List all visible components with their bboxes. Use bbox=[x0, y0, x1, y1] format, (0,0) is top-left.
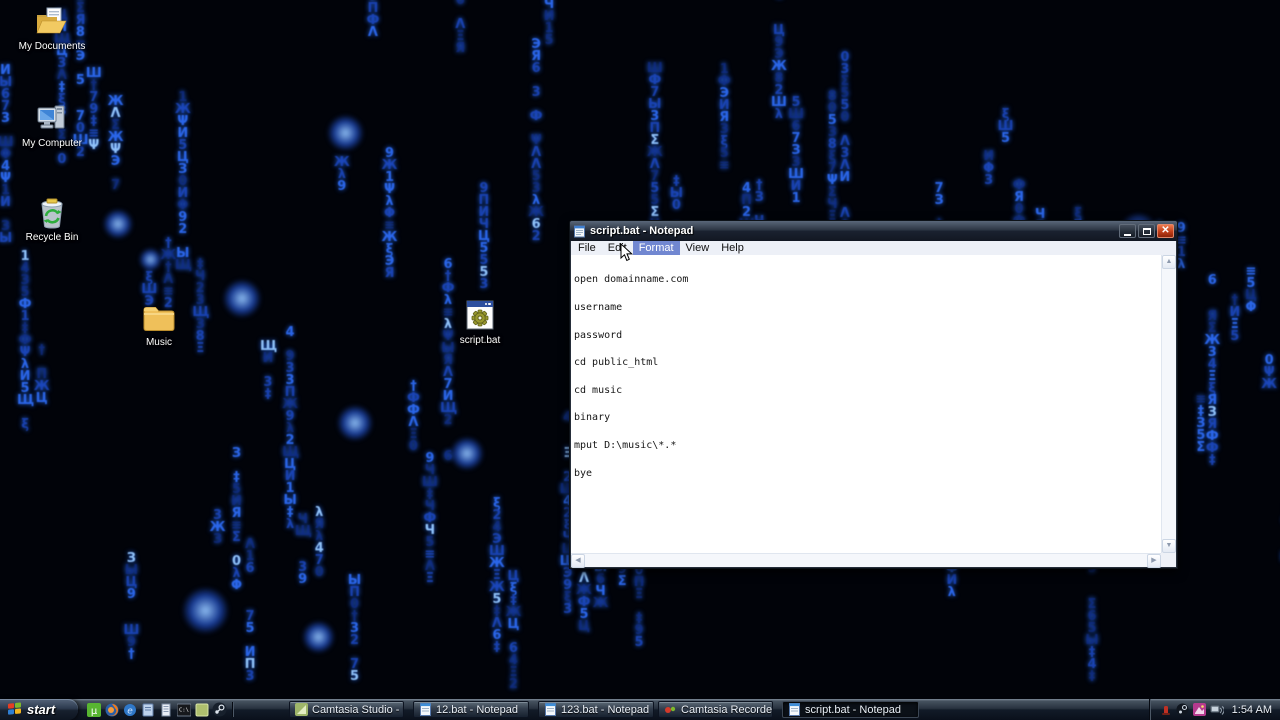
horizontal-scrollbar[interactable]: ◀ ▶ bbox=[571, 553, 1161, 567]
text-line: mput D:\music\*.* bbox=[574, 441, 1161, 450]
taskbar-clock: 1:54 AM bbox=[1232, 704, 1272, 716]
resize-grip[interactable] bbox=[1161, 553, 1176, 567]
text-line: cd music bbox=[574, 386, 1161, 395]
desktop-icon-my-documents[interactable]: My Documents bbox=[14, 5, 90, 52]
cmd-icon[interactable]: C:\ bbox=[176, 702, 191, 717]
taskbar-task-123bat-notepad[interactable]: 123.bat - Notepad bbox=[538, 701, 654, 718]
menu-view[interactable]: View bbox=[680, 241, 716, 255]
text-line: binary bbox=[574, 413, 1161, 422]
network-tray-icon[interactable] bbox=[1210, 703, 1224, 717]
text-line: password bbox=[574, 331, 1161, 340]
taskbar-separator bbox=[232, 702, 234, 717]
text-line: cd public_html bbox=[574, 358, 1161, 367]
notes-icon[interactable] bbox=[158, 702, 173, 717]
notepad-icon bbox=[419, 703, 432, 716]
svg-text:µ: µ bbox=[90, 706, 97, 717]
steam-tray-icon[interactable] bbox=[1176, 703, 1190, 717]
task-label: 123.bat - Notepad bbox=[561, 704, 649, 716]
close-icon: ✕ bbox=[1161, 226, 1169, 236]
document-icon[interactable] bbox=[140, 702, 155, 717]
scroll-right-icon[interactable]: ▶ bbox=[1147, 554, 1161, 568]
text-line: username bbox=[574, 303, 1161, 312]
batch-file-icon bbox=[462, 299, 498, 333]
menu-format[interactable]: Format bbox=[633, 241, 680, 255]
notepad-titlebar[interactable]: script.bat - Notepad ✕ bbox=[570, 221, 1177, 241]
menu-file[interactable]: File bbox=[572, 241, 602, 255]
desktop-icon-label: script.bat bbox=[442, 335, 518, 346]
svg-text:e: e bbox=[127, 706, 133, 716]
steam-icon[interactable] bbox=[212, 702, 227, 717]
camtasia-recorder-icon bbox=[664, 703, 677, 716]
close-button[interactable]: ✕ bbox=[1157, 224, 1174, 238]
notepad-icon bbox=[544, 703, 557, 716]
task-label: script.bat - Notepad bbox=[805, 704, 901, 716]
camtasia-studio-icon bbox=[295, 703, 308, 716]
scroll-left-icon[interactable]: ◀ bbox=[571, 554, 585, 568]
mouse-cursor bbox=[620, 243, 633, 262]
utorrent-icon[interactable]: µ bbox=[86, 702, 101, 717]
desktop: ИЫ6730ШΦ4Ψ1И0ЗЫ14З5Ф1‡ФΨλИ5Щ0ξ†0ΠЖЦЦЧЩЦ3… bbox=[0, 0, 1280, 720]
minimize-button[interactable] bbox=[1119, 224, 1136, 238]
desktop-icon-label: My Computer bbox=[14, 138, 90, 149]
maximize-icon bbox=[1143, 228, 1151, 235]
scroll-down-icon[interactable]: ▼ bbox=[1162, 539, 1176, 553]
browser-icon[interactable]: e bbox=[122, 702, 137, 717]
desktop-icon-recycle-bin[interactable]: Recycle Bin bbox=[14, 196, 90, 243]
quick-launch-bar: µ e C:\ bbox=[86, 701, 227, 718]
desktop-icon-label: My Documents bbox=[14, 41, 90, 52]
my-documents-icon bbox=[34, 5, 70, 39]
camtasia-tray-icon[interactable] bbox=[1159, 703, 1173, 717]
vertical-scrollbar[interactable]: ▲ ▼ bbox=[1161, 255, 1176, 553]
desktop-icon-label: Music bbox=[121, 337, 197, 348]
maximize-button[interactable] bbox=[1138, 224, 1155, 238]
text-line: bye bbox=[574, 469, 1161, 478]
windows-logo-icon bbox=[8, 702, 22, 716]
system-tray: 1:54 AM bbox=[1150, 699, 1280, 720]
desktop-icon-my-computer[interactable]: My Computer bbox=[14, 102, 90, 149]
taskbar: start µ e C:\ Camtasia Studio - Unt... 1… bbox=[0, 699, 1280, 720]
recycle-bin-icon bbox=[34, 196, 70, 230]
task-label: Camtasia Recorder bbox=[681, 704, 773, 716]
menu-help[interactable]: Help bbox=[715, 241, 750, 255]
taskbar-task-12bat-notepad[interactable]: 12.bat - Notepad bbox=[413, 701, 529, 718]
desktop-icon-music[interactable]: Music bbox=[121, 301, 197, 348]
desktop-tile-icon[interactable] bbox=[194, 702, 209, 717]
desktop-icon-script-bat[interactable]: script.bat bbox=[442, 299, 518, 346]
notepad-window: script.bat - Notepad ✕ File Edit Format … bbox=[569, 220, 1178, 569]
notepad-icon bbox=[788, 703, 801, 716]
folder-icon bbox=[141, 301, 177, 335]
window-title: script.bat - Notepad bbox=[590, 225, 1117, 237]
taskbar-task-camtasia-studio[interactable]: Camtasia Studio - Unt... bbox=[289, 701, 404, 718]
media-tray-icon[interactable] bbox=[1193, 703, 1207, 717]
taskbar-task-camtasia-recorder[interactable]: Camtasia Recorder bbox=[658, 701, 773, 718]
my-computer-icon bbox=[34, 102, 70, 136]
notepad-text-area[interactable]: open domainname.com username password cd… bbox=[571, 255, 1161, 553]
start-label: start bbox=[27, 702, 55, 717]
desktop-icon-label: Recycle Bin bbox=[14, 232, 90, 243]
notepad-menubar: File Edit Format View Help bbox=[571, 241, 1176, 255]
text-line: open domainname.com bbox=[574, 275, 1161, 284]
start-button[interactable]: start bbox=[0, 699, 78, 720]
taskbar-task-scriptbat-notepad[interactable]: script.bat - Notepad bbox=[782, 701, 919, 718]
scroll-up-icon[interactable]: ▲ bbox=[1162, 255, 1176, 269]
minimize-icon bbox=[1124, 234, 1131, 236]
task-label: Camtasia Studio - Unt... bbox=[312, 704, 404, 716]
svg-text:C:\: C:\ bbox=[179, 707, 189, 713]
firefox-icon[interactable] bbox=[104, 702, 119, 717]
notepad-app-icon bbox=[573, 225, 586, 238]
task-label: 12.bat - Notepad bbox=[436, 704, 518, 716]
